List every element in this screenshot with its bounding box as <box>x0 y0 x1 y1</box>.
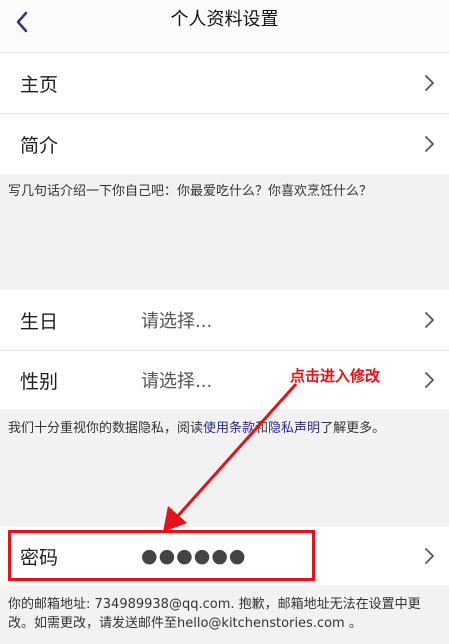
chevron-right-icon <box>425 312 434 328</box>
privacy-note: 我们十分重视你的数据隐私，阅读使用条款和隐私声明了解更多。 <box>8 419 442 438</box>
gender-label: 性别 <box>20 370 59 393</box>
bio-hint: 写几句话介绍一下你自己吧：你最爱吃什么？你喜欢烹饪什么？ <box>8 184 373 199</box>
gender-value: 请选择... <box>141 371 213 392</box>
privacy-policy-link[interactable]: 隐私声明 <box>268 421 320 436</box>
birthday-row[interactable]: 生日 请选择... <box>0 290 449 350</box>
privacy-text: 我们十分重视你的数据隐私，阅读 <box>8 421 204 436</box>
nav-header: 个人资料设置 <box>0 0 449 53</box>
homepage-row[interactable]: 主页 <box>0 53 449 113</box>
chevron-right-icon <box>425 372 434 388</box>
privacy-text: 和 <box>255 421 269 436</box>
chevron-right-icon <box>425 548 434 564</box>
email-note: 你的邮箱地址: 734989938@qq.com. 抱歉，邮箱地址无法在设置中更… <box>8 597 421 631</box>
terms-link[interactable]: 使用条款 <box>203 421 255 436</box>
birthday-label: 生日 <box>20 310 59 333</box>
privacy-text: 了解更多。 <box>320 421 386 436</box>
chevron-right-icon <box>425 136 434 152</box>
annotation-label: 点击进入修改 <box>290 367 381 385</box>
birthday-value: 请选择... <box>141 311 213 332</box>
highlight-box <box>8 530 315 581</box>
bio-label: 简介 <box>20 134 59 157</box>
homepage-label: 主页 <box>20 73 59 96</box>
chevron-right-icon <box>425 75 434 91</box>
page-title: 个人资料设置 <box>170 9 279 30</box>
gender-row[interactable]: 性别 请选择... <box>0 351 449 409</box>
bio-row[interactable]: 简介 <box>0 114 449 174</box>
